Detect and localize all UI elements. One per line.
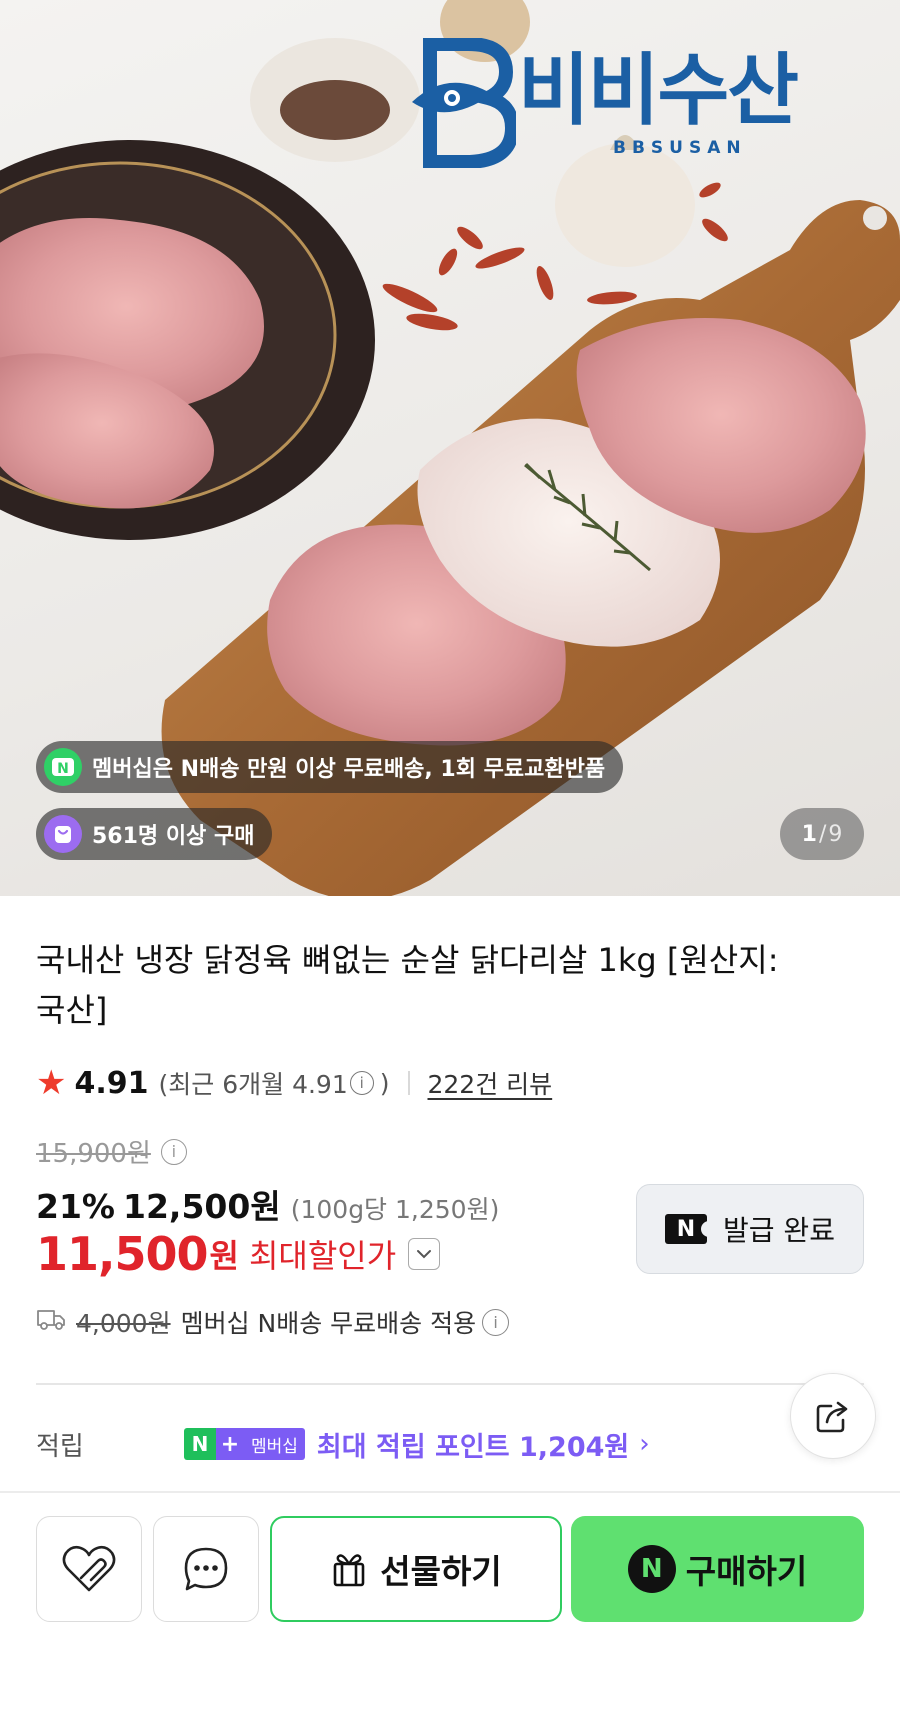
shipping-info: 4,000원 멤버십 N배송 무료배송 적용 i [36, 1304, 510, 1340]
share-button[interactable] [790, 1373, 876, 1459]
chat-bubble-icon [184, 1547, 228, 1591]
max-discount-label: 최대할인가 [248, 1237, 397, 1275]
points-row[interactable]: 적립 N + 멤버십 최대 적립 포인트 1,204원 › [36, 1422, 736, 1466]
membership-benefit-badge: N 멤버십은 N배송 만원 이상 무료배송, 1회 무료교환반품 [36, 741, 624, 793]
purchase-count-text: 561명 이상 구매 [92, 824, 255, 849]
brand-subtitle: BBSUSAN [613, 138, 747, 158]
brand-emblem [412, 38, 516, 168]
discount-rate: 21% [36, 1187, 115, 1226]
points-label: 적립 [36, 1431, 84, 1462]
wishlist-button[interactable] [36, 1516, 142, 1622]
unit-price: (100g당 1,250원) [290, 1195, 500, 1224]
max-discount-price: 11,500 원 최대할인가 [36, 1227, 441, 1281]
price-info-icon[interactable]: i [160, 1138, 187, 1165]
info-icon[interactable]: i [349, 1071, 374, 1095]
share-icon [816, 1401, 848, 1433]
sale-price-row: 21% 12,500원 (100g당 1,250원) [36, 1180, 499, 1228]
product-title: 국내산 냉장 닭정육 뼈없는 순살 닭다리살 1kg [원산지:국산] [36, 941, 779, 1029]
badge-plus: + [216, 1428, 244, 1460]
original-price-value: 15,900원 [36, 1139, 151, 1169]
rating-summary: ★ 4.91 (최근 6개월 4.91 i ) 222건 리뷰 [36, 1063, 552, 1103]
truck-icon [36, 1307, 66, 1337]
divider [407, 1071, 410, 1095]
divider [36, 1383, 864, 1385]
coupon-button-label: 발급 완료 [723, 1214, 835, 1247]
brand-logo: 비비수산 BBSUSAN [408, 38, 848, 168]
naver-pay-icon: N [627, 1545, 676, 1593]
shopping-bag-icon [44, 815, 82, 853]
heart-icon [62, 1545, 116, 1592]
chevron-down-icon[interactable] [408, 1238, 441, 1270]
max-discount-amount: 11,500 [36, 1227, 209, 1281]
gift-button[interactable]: 선물하기 [270, 1516, 562, 1622]
naver-membership-icon: N [44, 748, 82, 786]
rating-recent-close: ) [379, 1068, 390, 1098]
original-shipping-fee: 4,000원 [76, 1309, 171, 1338]
product-image-carousel[interactable]: 비비수산 BBSUSAN N 멤버십은 N배송 만원 이상 무료배송, 1회 무… [0, 0, 900, 896]
shipping-info-icon[interactable]: i [482, 1308, 510, 1336]
chevron-right-icon: › [639, 1429, 650, 1459]
max-discount-currency: 원 [209, 1237, 239, 1275]
naver-plus-membership-badge: N + 멤버십 [184, 1428, 305, 1460]
star-icon: ★ [36, 1063, 67, 1103]
max-points-text: 최대 적립 포인트 1,204원 [316, 1431, 630, 1463]
sale-price: 12,500원 [123, 1187, 281, 1226]
brand-name: 비비수산 [518, 46, 799, 136]
review-count-link[interactable]: 222건 리뷰 [428, 1065, 553, 1101]
badge-membership: 멤버십 [244, 1428, 305, 1460]
gift-button-label: 선물하기 [380, 1552, 502, 1591]
image-counter-separator: / [818, 821, 827, 847]
coupon-issued-button[interactable]: N 발급 완료 [636, 1184, 864, 1274]
rating-score: 4.91 [74, 1065, 149, 1101]
original-price: 15,900원 i [36, 1133, 187, 1170]
gift-icon [333, 1554, 365, 1587]
purchase-count-badge: 561명 이상 구매 [36, 808, 273, 860]
svg-text:N: N [57, 761, 69, 777]
badge-n: N [184, 1428, 216, 1460]
buy-button[interactable]: N 구매하기 [571, 1516, 864, 1622]
image-counter-current: 1 [801, 821, 817, 847]
image-counter: 1 / 9 [780, 808, 864, 860]
membership-benefit-text: 멤버십은 N배송 만원 이상 무료배송, 1회 무료교환반품 [92, 757, 606, 782]
image-counter-total: 9 [828, 821, 843, 847]
rating-recent-text: (최근 6개월 4.91 [158, 1070, 348, 1099]
buy-button-label: 구매하기 [685, 1552, 808, 1591]
talk-button[interactable] [153, 1516, 259, 1622]
shipping-text: 멤버십 N배송 무료배송 적용 [180, 1309, 477, 1338]
naver-n-logo-icon: N [665, 1214, 714, 1244]
divider [0, 1491, 900, 1493]
